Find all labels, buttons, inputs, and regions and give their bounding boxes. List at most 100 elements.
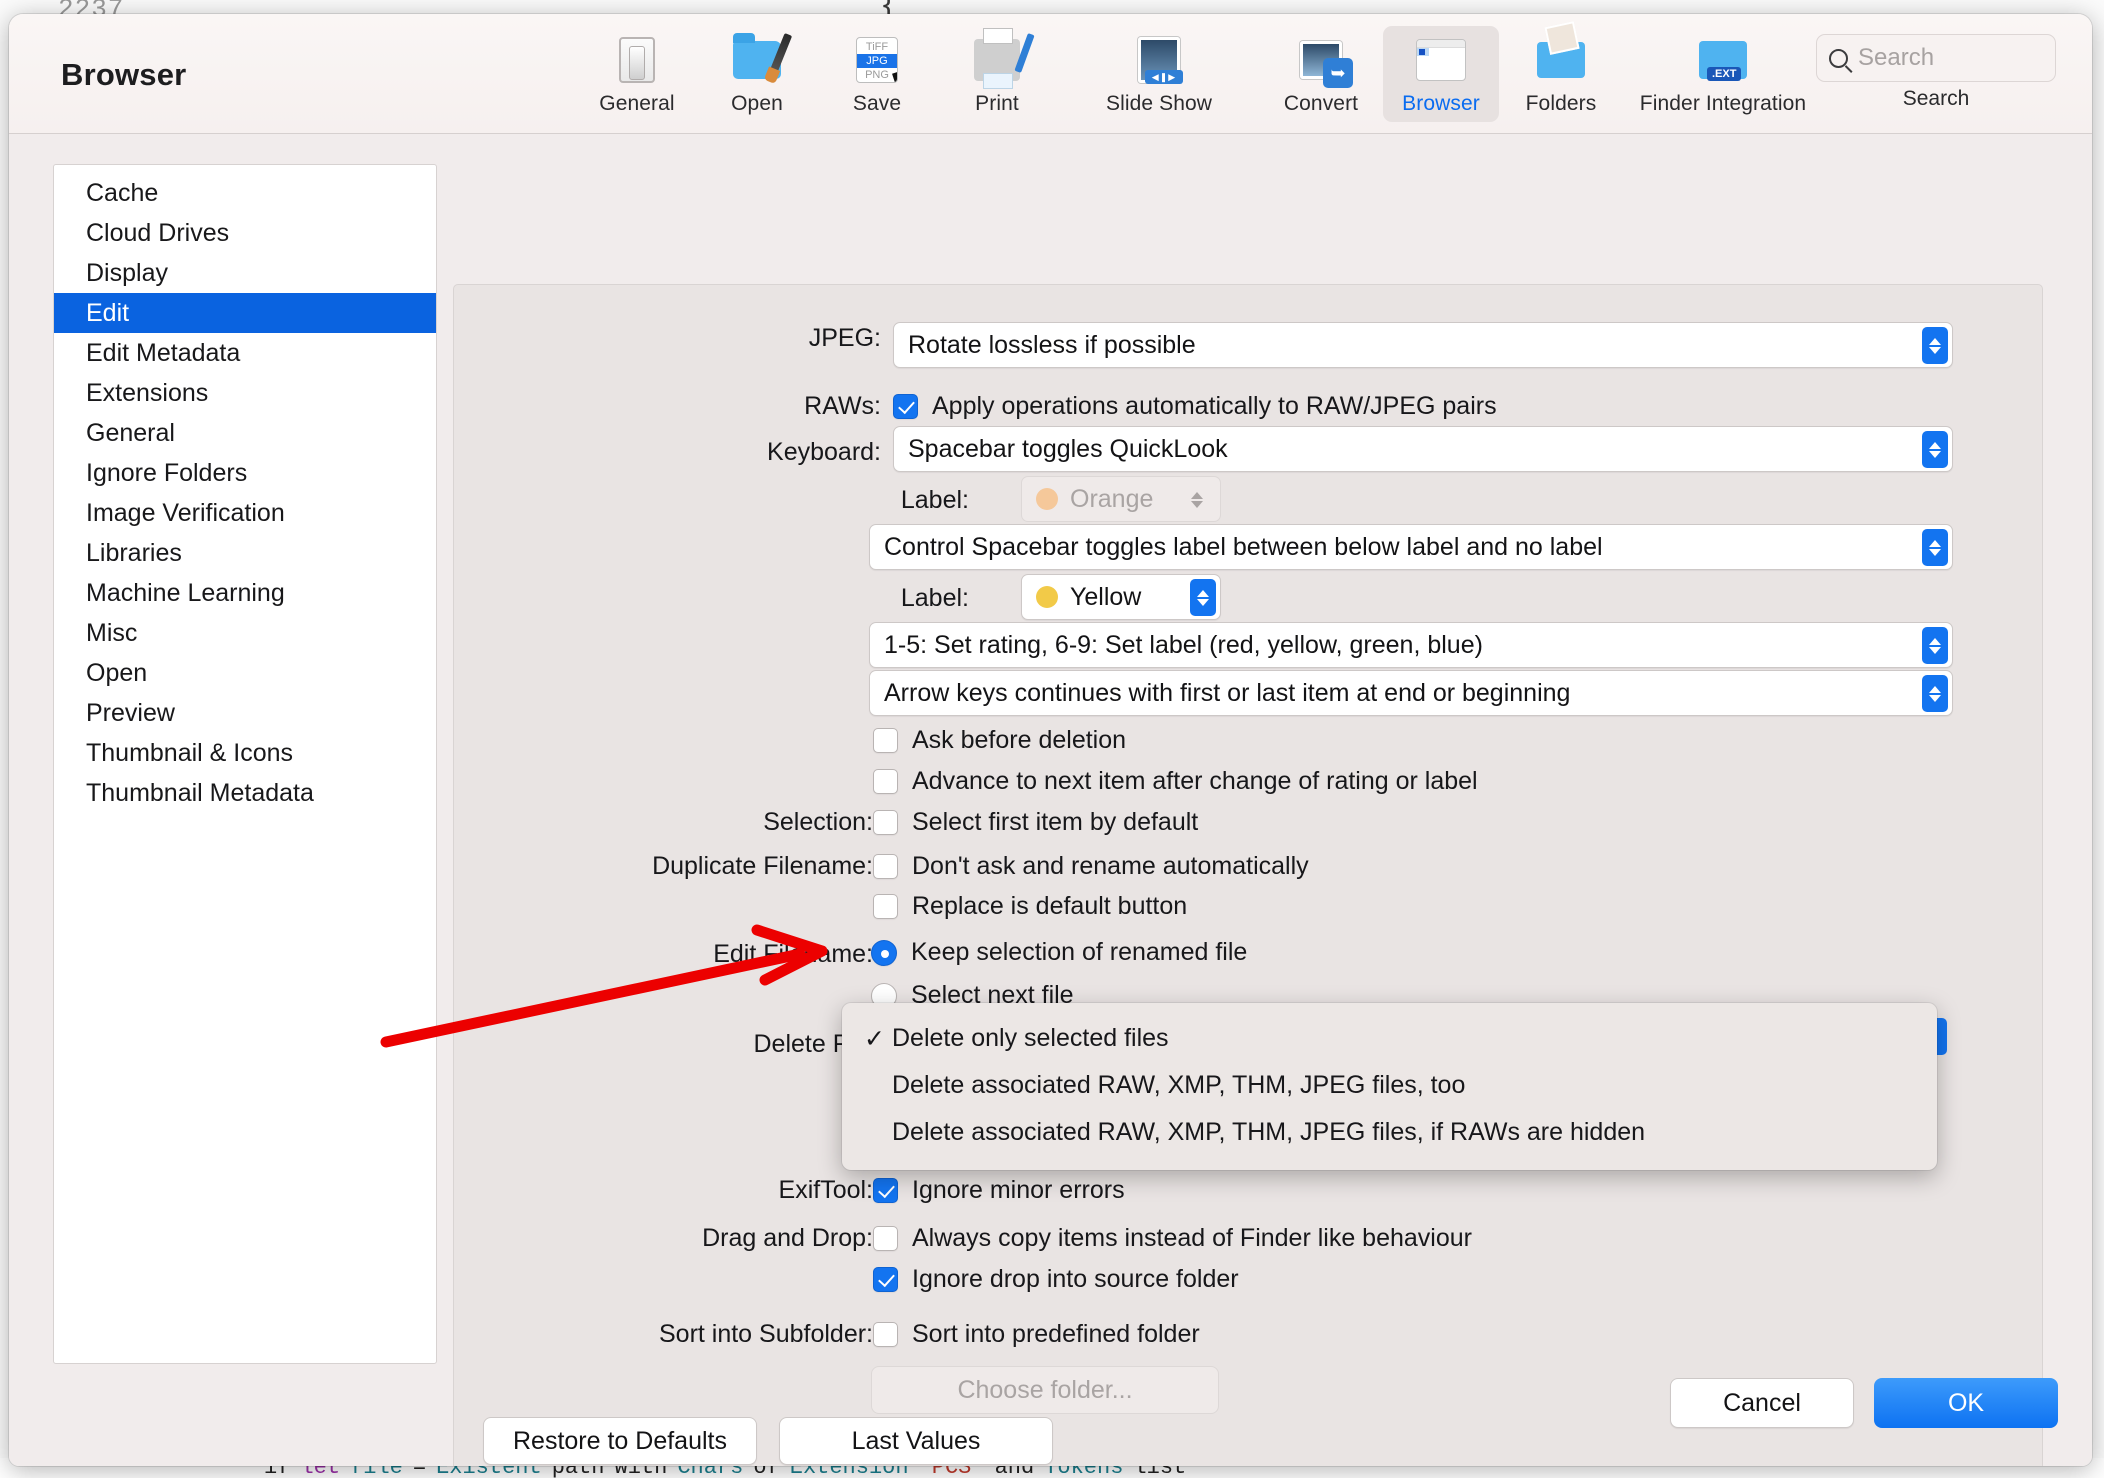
toolbar-item-label: Save (852, 92, 902, 115)
cancel-button[interactable]: Cancel (1670, 1378, 1854, 1428)
sidebar-item-machine-learning[interactable]: Machine Learning (54, 573, 436, 613)
keep-selection-radio[interactable] (871, 939, 897, 966)
ask-before-deletion-row[interactable]: Ask before deletion (873, 726, 1126, 755)
always-copy-checkbox[interactable] (873, 1226, 898, 1251)
sidebar-item-misc[interactable]: Misc (54, 613, 436, 653)
label-one-label: Label: (900, 486, 969, 514)
sidebar-item-edit-metadata[interactable]: Edit Metadata (54, 333, 436, 373)
sidebar-item-thumbnail-icons[interactable]: Thumbnail & Icons (54, 733, 436, 773)
sidebar-item-libraries[interactable]: Libraries (54, 533, 436, 573)
stepper-icon[interactable] (1922, 675, 1948, 712)
keep-selection-label: Keep selection of renamed file (911, 938, 1248, 966)
exiftool-checkbox[interactable] (873, 1178, 898, 1203)
menu-item-label: Delete only selected files (892, 1024, 1169, 1052)
stepper-icon[interactable] (1922, 327, 1948, 364)
advance-next-checkbox[interactable] (873, 769, 898, 794)
stepper-icon[interactable] (1190, 579, 1216, 616)
sidebar-item-cloud-drives[interactable]: Cloud Drives (54, 213, 436, 253)
sidebar-item-edit[interactable]: Edit (54, 293, 436, 333)
rating-keys-select[interactable]: 1-5: Set rating, 6-9: Set label (red, ye… (869, 622, 1953, 668)
sidebar-item-preview[interactable]: Preview (54, 693, 436, 733)
preferences-toolbar: Browser General Open TiFF JPG PNG Save P… (9, 14, 2092, 134)
ignore-drop-row[interactable]: Ignore drop into source folder (873, 1265, 1239, 1294)
sidebar-item-extensions[interactable]: Extensions (54, 373, 436, 413)
settings-sidebar[interactable]: Cache Cloud Drives Display Edit Edit Met… (53, 164, 437, 1364)
sidebar-item-thumbnail-metadata[interactable]: Thumbnail Metadata (54, 773, 436, 813)
menu-item-delete-associated-if-hidden[interactable]: Delete associated RAW, XMP, THM, JPEG fi… (842, 1109, 1937, 1156)
advance-next-row[interactable]: Advance to next item after change of rat… (873, 767, 1478, 796)
exiftool-label: ExifTool: (778, 1176, 873, 1204)
toolbar-item-browser[interactable]: Browser (1383, 26, 1499, 122)
sidebar-item-ignore-folders[interactable]: Ignore Folders (54, 453, 436, 493)
keep-selection-row[interactable]: Keep selection of renamed file (871, 938, 1247, 967)
toolbar-item-print[interactable]: Print (939, 26, 1055, 122)
stepper-icon[interactable] (1922, 431, 1948, 468)
preferences-dialog: Browser General Open TiFF JPG PNG Save P… (9, 14, 2092, 1466)
sidebar-item-cache[interactable]: Cache (54, 173, 436, 213)
sidebar-item-image-verification[interactable]: Image Verification (54, 493, 436, 533)
sidebar-item-general[interactable]: General (54, 413, 436, 453)
toolbar-item-label: Finder Integration (1639, 92, 1807, 115)
cursor-icon (892, 70, 897, 82)
sidebar-item-open[interactable]: Open (54, 653, 436, 693)
toolbar-item-folders[interactable]: Folders (1503, 26, 1619, 122)
arrow-keys-value: Arrow keys continues with first or last … (884, 678, 1571, 707)
search-input[interactable]: Search (1816, 34, 2056, 82)
toolbar-items: General Open TiFF JPG PNG Save Print ◀❚▶… (579, 26, 1823, 122)
ignore-drop-checkbox[interactable] (873, 1267, 898, 1292)
selection-checkbox-label: Select first item by default (912, 808, 1199, 836)
toolbar-item-slide-show[interactable]: ◀❚▶ Slide Show (1059, 26, 1259, 122)
printer-icon (970, 28, 1035, 89)
row-duplicate-filename: Duplicate Filename: (613, 852, 873, 881)
search-icon (1829, 48, 1848, 68)
always-copy-row[interactable]: Always copy items instead of Finder like… (873, 1224, 1472, 1253)
label-two-select[interactable]: Yellow (1021, 574, 1221, 620)
toolbar-item-open[interactable]: Open (699, 26, 815, 122)
sidebar-item-display[interactable]: Display (54, 253, 436, 293)
stepper-icon[interactable] (1184, 481, 1210, 518)
menu-item-delete-associated-too[interactable]: Delete associated RAW, XMP, THM, JPEG fi… (842, 1062, 1937, 1109)
toolbar-item-label: Open (731, 92, 783, 115)
keyboard-select[interactable]: Spacebar toggles QuickLook (893, 426, 1953, 472)
keyboard-value: Spacebar toggles QuickLook (908, 434, 1228, 463)
control-spacebar-select[interactable]: Control Spacebar toggles label between b… (869, 524, 1953, 570)
advance-next-label: Advance to next item after change of rat… (912, 767, 1478, 795)
sort-predefined-row[interactable]: Sort into predefined folder (873, 1320, 1200, 1349)
label-two-value: Yellow (1070, 582, 1142, 611)
replace-default-row[interactable]: Replace is default button (873, 892, 1187, 921)
raws-checkbox[interactable] (893, 394, 918, 419)
toolbar-item-save[interactable]: TiFF JPG PNG Save (819, 26, 935, 122)
menu-item-delete-only-selected[interactable]: ✓ Delete only selected files (842, 1015, 1937, 1062)
toolbar-item-general[interactable]: General (579, 26, 695, 122)
selection-checkbox[interactable] (873, 810, 898, 835)
toolbar-item-convert[interactable]: ➥ Convert (1263, 26, 1379, 122)
label-one-select[interactable]: Orange (1021, 476, 1221, 522)
sort-predefined-label: Sort into predefined folder (912, 1320, 1200, 1348)
arrow-keys-select[interactable]: Arrow keys continues with first or last … (869, 670, 1953, 716)
raws-checkbox-row[interactable]: Apply operations automatically to RAW/JP… (893, 392, 1497, 421)
label-two-label: Label: (900, 584, 969, 612)
duplicate-rename-checkbox[interactable] (873, 854, 898, 879)
stepper-icon[interactable] (1922, 627, 1948, 664)
selection-checkbox-row[interactable]: Select first item by default (873, 808, 1198, 837)
always-copy-label: Always copy items instead of Finder like… (912, 1224, 1472, 1252)
delete-file-menu[interactable]: ✓ Delete only selected files Delete asso… (842, 1003, 1937, 1170)
slideshow-icon: ◀❚▶ (1132, 34, 1186, 86)
toolbar-item-finder-integration[interactable]: .EXT Finder Integration (1623, 26, 1823, 122)
ok-button[interactable]: OK (1874, 1378, 2058, 1428)
sort-predefined-checkbox[interactable] (873, 1322, 898, 1347)
jpeg-select[interactable]: Rotate lossless if possible (893, 322, 1953, 368)
toolbar-item-label: Browser (1402, 92, 1480, 115)
switch-icon (610, 34, 664, 86)
browser-window-icon (1414, 34, 1468, 86)
stepper-icon[interactable] (1922, 529, 1948, 566)
duplicate-filename-label: Duplicate Filename: (652, 852, 873, 880)
ask-before-deletion-checkbox[interactable] (873, 728, 898, 753)
jpeg-label: JPEG: (808, 324, 881, 352)
duplicate-rename-row[interactable]: Don't ask and rename automatically (873, 852, 1309, 881)
menu-item-label: Delete associated RAW, XMP, THM, JPEG fi… (892, 1118, 1646, 1146)
exiftool-checkbox-row[interactable]: Ignore minor errors (873, 1176, 1125, 1205)
label-color-swatch (1036, 586, 1058, 608)
toolbar-item-label: General (599, 92, 675, 115)
replace-default-checkbox[interactable] (873, 894, 898, 919)
